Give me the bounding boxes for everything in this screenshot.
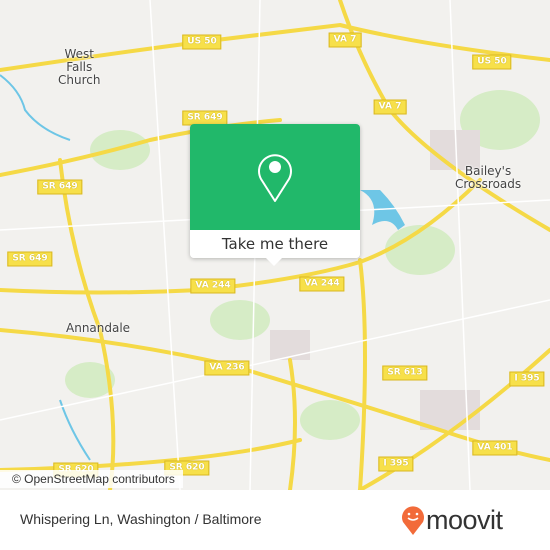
road-shield: I 395	[509, 371, 545, 387]
road-shield: VA 244	[299, 276, 345, 292]
location-title: Whispering Ln, Washington / Baltimore	[20, 511, 262, 527]
road-shield: US 50	[182, 34, 222, 50]
road-shield: VA 236	[204, 360, 250, 376]
place-baileys-crossroads: Bailey's Crossroads	[455, 164, 522, 191]
popup-header	[190, 124, 360, 230]
road-shield: SR 649	[7, 251, 53, 267]
road-shield: VA 7	[373, 99, 407, 115]
moovit-pin-icon	[402, 506, 424, 535]
road-shield: VA 7	[328, 32, 362, 48]
location-pin-icon	[258, 154, 292, 202]
place-west-falls-church: West Falls Church	[58, 47, 101, 87]
road-shield: I 395	[378, 456, 414, 472]
take-me-there-button[interactable]: Take me there	[190, 230, 360, 258]
take-me-there-popup[interactable]: Take me there	[190, 124, 360, 266]
road-shield: SR 649	[37, 179, 83, 195]
road-shield: VA 244	[190, 278, 236, 294]
osm-attribution[interactable]: © OpenStreetMap contributors	[0, 470, 183, 488]
road-shield: US 50	[472, 54, 512, 70]
place-annandale: Annandale	[66, 321, 131, 335]
moovit-wordmark: moovit	[426, 504, 503, 535]
moovit-logo[interactable]: moovit	[400, 504, 503, 536]
road-shield: VA 401	[472, 440, 518, 456]
popup-pointer	[266, 258, 282, 266]
road-shield: SR 613	[382, 365, 428, 381]
